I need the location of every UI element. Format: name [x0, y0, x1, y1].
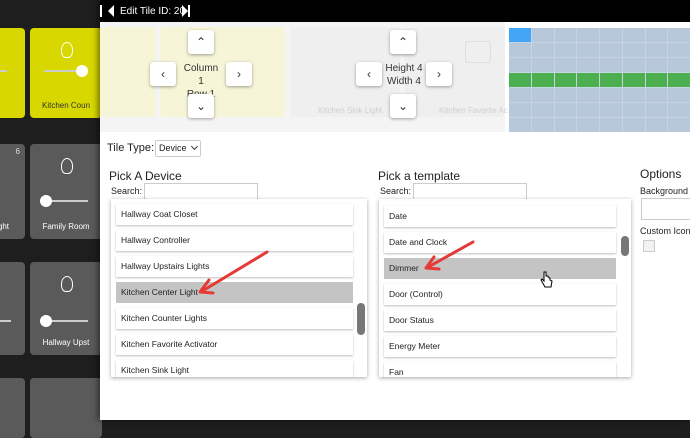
pointer-cursor-icon [540, 271, 553, 288]
annotation-arrow [202, 250, 269, 292]
annotation-layer [198, 240, 553, 295]
annotation-arrow [428, 240, 475, 268]
